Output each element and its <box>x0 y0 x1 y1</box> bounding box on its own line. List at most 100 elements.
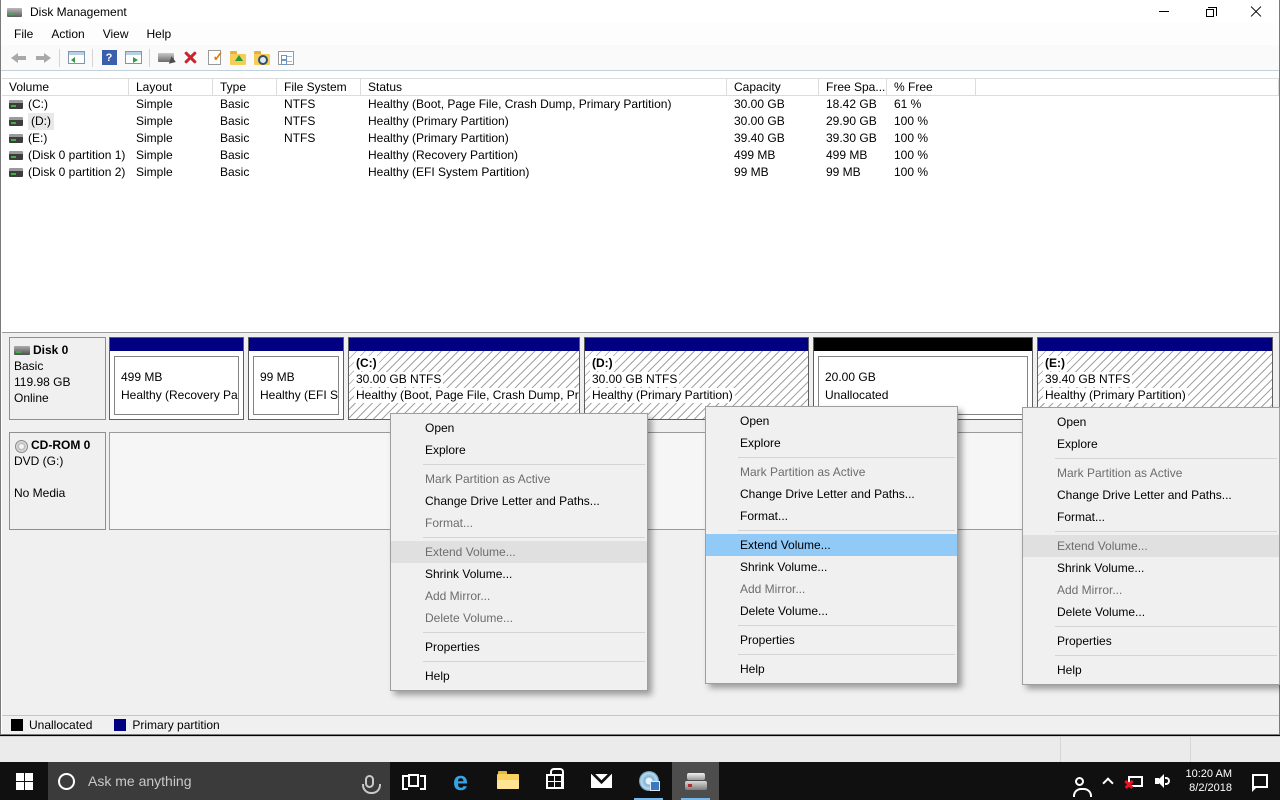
cell-fs <box>277 164 361 181</box>
menu-item-shrink-volume[interactable]: Shrink Volume... <box>391 563 647 585</box>
cell-capacity: 39.40 GB <box>727 130 819 147</box>
open-button[interactable] <box>227 48 249 68</box>
cell-fs: NTFS <box>277 96 361 113</box>
menu-item-properties[interactable]: Properties <box>706 629 957 651</box>
cell-capacity: 30.00 GB <box>727 96 819 113</box>
taskbar-clock[interactable]: 10:20 AM 8/2/2018 <box>1178 767 1240 795</box>
partition-size: 499 MB <box>121 368 238 386</box>
menu-item-extend-volume: Extend Volume... <box>391 541 647 563</box>
menu-separator <box>1055 531 1277 532</box>
partition-c[interactable]: (C:) 30.00 GB NTFS Healthy (Boot, Page F… <box>348 337 580 420</box>
menu-item-open[interactable]: Open <box>1023 411 1279 433</box>
menu-separator <box>423 661 645 662</box>
menu-item-explore[interactable]: Explore <box>706 432 957 454</box>
menu-item-shrink-volume[interactable]: Shrink Volume... <box>1023 557 1279 579</box>
network-status-button[interactable] <box>1122 762 1150 800</box>
taskbar-file-explorer-button[interactable] <box>484 762 531 800</box>
properties-button[interactable] <box>275 48 297 68</box>
explore-button[interactable] <box>251 48 273 68</box>
menu-item-shrink-volume[interactable]: Shrink Volume... <box>706 556 957 578</box>
device-view-button[interactable] <box>155 48 177 68</box>
restore-button[interactable] <box>1187 0 1233 23</box>
file-explorer-icon <box>497 774 519 789</box>
menu-item-help[interactable]: Help <box>391 665 647 687</box>
menu-action[interactable]: Action <box>42 25 93 43</box>
back-button[interactable] <box>8 48 30 68</box>
menu-item-help[interactable]: Help <box>1023 659 1279 681</box>
start-button[interactable] <box>0 762 48 800</box>
volume-label: (C:) <box>28 96 48 113</box>
menu-item-properties[interactable]: Properties <box>1023 630 1279 652</box>
close-button[interactable] <box>1233 0 1279 23</box>
people-button[interactable] <box>1066 762 1094 800</box>
menu-separator <box>738 530 955 531</box>
menu-item-format[interactable]: Format... <box>1023 506 1279 528</box>
help-button[interactable]: ? <box>98 48 120 68</box>
menu-item-explore[interactable]: Explore <box>1023 433 1279 455</box>
action-pane-button[interactable] <box>122 48 144 68</box>
menu-item-delete-volume[interactable]: Delete Volume... <box>1023 601 1279 623</box>
cell-pct: 100 % <box>887 130 976 147</box>
table-row-d[interactable]: (D:) Simple Basic NTFS Healthy (Primary … <box>2 113 1279 130</box>
cell-fs: NTFS <box>277 113 361 130</box>
microphone-icon[interactable] <box>365 775 374 788</box>
partition-recovery[interactable]: 499 MB Healthy (Recovery Parti <box>109 337 244 420</box>
menu-item-change-drive-letter[interactable]: Change Drive Letter and Paths... <box>391 490 647 512</box>
partition-efi[interactable]: 99 MB Healthy (EFI Syst <box>248 337 344 420</box>
volume-drive-icon <box>9 134 23 143</box>
taskbar-disk-management-button[interactable] <box>672 762 719 800</box>
column-file-system[interactable]: File System <box>277 79 361 95</box>
show-hidden-icons-button[interactable] <box>1094 762 1122 800</box>
column-capacity[interactable]: Capacity <box>727 79 819 95</box>
column-free-space[interactable]: Free Spa... <box>819 79 887 95</box>
cdrom0-panel[interactable]: CD-ROM 0 DVD (G:) No Media <box>9 432 106 530</box>
search-placeholder: Ask me anything <box>88 773 365 789</box>
search-input[interactable]: Ask me anything <box>48 762 390 800</box>
volume-drive-icon <box>9 168 23 177</box>
partition-title: (C:) <box>354 356 379 371</box>
menu-item-format[interactable]: Format... <box>706 505 957 527</box>
column-pct-free[interactable]: % Free <box>887 79 976 95</box>
menu-view[interactable]: View <box>94 25 138 43</box>
forward-button[interactable] <box>32 48 54 68</box>
desktop-strip <box>0 736 1280 762</box>
column-volume[interactable]: Volume <box>2 79 129 95</box>
menu-item-open[interactable]: Open <box>391 417 647 439</box>
cell-pct: 100 % <box>887 147 976 164</box>
taskbar-store-button[interactable] <box>531 762 578 800</box>
column-status[interactable]: Status <box>361 79 727 95</box>
column-layout[interactable]: Layout <box>129 79 213 95</box>
table-row-partition1[interactable]: (Disk 0 partition 1) Simple Basic Health… <box>2 147 1279 164</box>
menu-file[interactable]: File <box>5 25 42 43</box>
menu-item-properties[interactable]: Properties <box>391 636 647 658</box>
menu-item-extend-volume[interactable]: Extend Volume... <box>706 534 957 556</box>
menu-item-help[interactable]: Help <box>706 658 957 680</box>
table-row-e[interactable]: (E:) Simple Basic NTFS Healthy (Primary … <box>2 130 1279 147</box>
forward-icon <box>35 53 51 63</box>
action-center-button[interactable] <box>1240 762 1280 800</box>
disk-management-icon <box>685 773 707 790</box>
menu-item-change-drive-letter[interactable]: Change Drive Letter and Paths... <box>1023 484 1279 506</box>
table-row-c[interactable]: (C:) Simple Basic NTFS Healthy (Boot, Pa… <box>2 96 1279 113</box>
task-view-button[interactable] <box>390 762 437 800</box>
taskbar-edge-button[interactable]: e <box>437 762 484 800</box>
menu-item-open[interactable]: Open <box>706 410 957 432</box>
menu-item-change-drive-letter[interactable]: Change Drive Letter and Paths... <box>706 483 957 505</box>
partition-title: (E:) <box>1043 356 1067 371</box>
taskbar-disk-utility-button[interactable] <box>625 762 672 800</box>
column-type[interactable]: Type <box>213 79 277 95</box>
menu-item-delete-volume[interactable]: Delete Volume... <box>706 600 957 622</box>
console-tree-button[interactable] <box>65 48 87 68</box>
minimize-button[interactable] <box>1141 0 1187 23</box>
legend-primary-label: Primary partition <box>132 718 219 732</box>
menu-item-explore[interactable]: Explore <box>391 439 647 461</box>
menu-help[interactable]: Help <box>138 25 181 43</box>
table-row-partition2[interactable]: (Disk 0 partition 2) Simple Basic Health… <box>2 164 1279 181</box>
mark-partition-button[interactable] <box>203 48 225 68</box>
disk0-panel[interactable]: Disk 0 Basic 119.98 GB Online <box>9 337 106 420</box>
cdrom0-status: No Media <box>14 485 105 501</box>
delete-volume-button[interactable] <box>179 48 201 68</box>
volume-button[interactable] <box>1150 762 1178 800</box>
menu-item-add-mirror: Add Mirror... <box>391 585 647 607</box>
taskbar-mail-button[interactable] <box>578 762 625 800</box>
